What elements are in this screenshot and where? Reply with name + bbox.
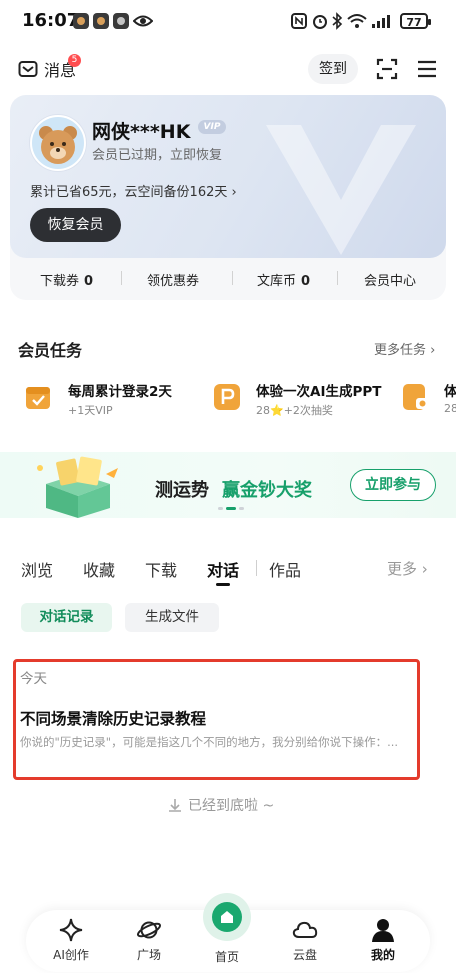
task-reward: 28⭐+2次抽奖	[256, 404, 333, 417]
status-bar: 16:07 77	[0, 0, 456, 44]
page-dot-active	[226, 507, 236, 510]
stat-member-center[interactable]: 会员中心	[364, 270, 416, 289]
membership-status[interactable]: 会员已过期，立即恢复	[92, 144, 222, 163]
divider	[121, 271, 122, 285]
nav-label: 云盘	[292, 948, 317, 962]
join-now-button[interactable]: 立即参与	[350, 469, 436, 501]
member-stats-bar: 下载券 0 领优惠券 文库币 0 会员中心	[10, 258, 446, 300]
message-count-badge: 5	[68, 54, 81, 67]
more-tabs-button[interactable]: 更多 ›	[387, 558, 428, 579]
chip-conversation-history[interactable]: 对话记录	[21, 603, 112, 632]
chevron-right-icon: ›	[421, 560, 428, 578]
stat-label: 领优惠券	[147, 274, 200, 289]
stat-label: 下载券	[40, 274, 80, 289]
home-icon-bg	[212, 902, 242, 932]
cloud-icon	[292, 921, 318, 938]
scan-icon[interactable]	[375, 57, 399, 81]
alarm-icon	[313, 15, 327, 29]
tab-downloads[interactable]: 下载	[145, 557, 177, 581]
task-title: 体	[444, 384, 456, 400]
gift-box-illustration-icon	[37, 456, 118, 518]
stat-download-coupons[interactable]: 下载券 0	[40, 270, 93, 289]
stat-label: 会员中心	[364, 274, 417, 289]
chip-generated-files[interactable]: 生成文件	[125, 603, 219, 632]
nav-square[interactable]: 广场	[119, 917, 179, 963]
calendar-check-icon	[26, 387, 50, 409]
nav-cloud-drive[interactable]: 云盘	[275, 917, 335, 963]
ppt-icon	[214, 384, 240, 410]
bear-avatar-icon	[32, 117, 84, 169]
member-card: 网侠***HK VIP 会员已过期，立即恢复 累计已省65元，云空间备份162天…	[10, 95, 446, 300]
wifi-icon	[347, 14, 367, 28]
stat-value: 0	[301, 274, 311, 289]
nav-label: 广场	[136, 948, 161, 962]
nfc-icon	[291, 13, 307, 29]
mail-icon	[18, 61, 38, 77]
task-reward: +1天VIP	[68, 404, 113, 417]
renew-membership-button[interactable]: 恢复会员	[30, 208, 121, 242]
home-icon	[221, 911, 233, 923]
avatar[interactable]	[30, 115, 86, 171]
tasks-title: 会员任务	[18, 341, 83, 360]
savings-text: 累计已省65元，云空间备份162天	[30, 185, 228, 200]
checkin-button[interactable]: 签到	[308, 54, 358, 84]
nav-mine[interactable]: 我的	[353, 917, 413, 963]
savings-summary[interactable]: 累计已省65元，云空间备份162天 ›	[30, 181, 237, 200]
arrow-down-icon	[169, 799, 181, 812]
app-notification-icon	[113, 13, 129, 29]
divider	[337, 271, 338, 285]
page-dot	[239, 507, 244, 510]
eye-icon	[133, 15, 153, 27]
tab-conversations[interactable]: 对话	[207, 557, 239, 581]
nav-ai-create[interactable]: AI创作	[41, 917, 101, 963]
banner-pagination	[218, 507, 244, 510]
more-tasks-link[interactable]: 更多任务 ›	[374, 339, 435, 358]
stat-get-coupons[interactable]: 领优惠券	[147, 270, 199, 289]
stat-value: 0	[84, 274, 94, 289]
app-notification-icon	[73, 13, 89, 29]
status-time: 16:07	[22, 10, 80, 31]
vip-tag: VIP	[198, 120, 226, 134]
highlight-box	[13, 659, 420, 780]
divider	[232, 271, 233, 285]
username: 网侠***HK	[92, 121, 191, 143]
end-of-list-text: 已经到底啦 ~	[188, 798, 275, 814]
signal-icon	[372, 15, 390, 28]
battery-indicator: 77	[400, 13, 431, 29]
bluetooth-icon	[332, 12, 343, 30]
nav-home[interactable]	[203, 893, 251, 941]
stat-library-coins[interactable]: 文库币 0	[257, 270, 310, 289]
sparkle-icon	[59, 918, 83, 942]
tab-works[interactable]: 作品	[269, 557, 301, 581]
end-of-list: 已经到底啦 ~	[168, 795, 274, 815]
tab-favorites[interactable]: 收藏	[83, 557, 115, 581]
tab-browse[interactable]: 浏览	[21, 557, 53, 581]
nav-label: 首页	[214, 950, 239, 964]
stat-label: 文库币	[257, 274, 297, 289]
planet-icon	[136, 921, 162, 939]
divider	[256, 560, 257, 576]
chevron-right-icon: ›	[430, 343, 436, 358]
banner-text: 测运势	[155, 480, 209, 501]
vip-watermark-icon	[266, 125, 416, 255]
nav-label: AI创作	[53, 948, 89, 962]
member-card-header[interactable]: 网侠***HK VIP 会员已过期，立即恢复 累计已省65元，云空间备份162天…	[10, 95, 446, 258]
more-label: 更多	[387, 560, 418, 578]
page-dot	[218, 507, 223, 510]
chevron-right-icon: ›	[231, 185, 237, 200]
person-icon	[372, 919, 394, 942]
nav-label: 我的	[370, 948, 395, 962]
task-title: 体验一次AI生成PPT	[256, 384, 382, 400]
app-notification-icon	[93, 13, 109, 29]
more-tasks-label: 更多任务	[374, 343, 427, 358]
banner-highlight-text: 赢金钞大奖	[222, 480, 312, 501]
task-title: 每周累计登录2天	[68, 384, 172, 400]
file-camera-icon	[403, 384, 429, 410]
menu-icon[interactable]	[416, 58, 438, 80]
active-tab-indicator	[216, 583, 230, 586]
task-reward: 28	[444, 402, 456, 415]
